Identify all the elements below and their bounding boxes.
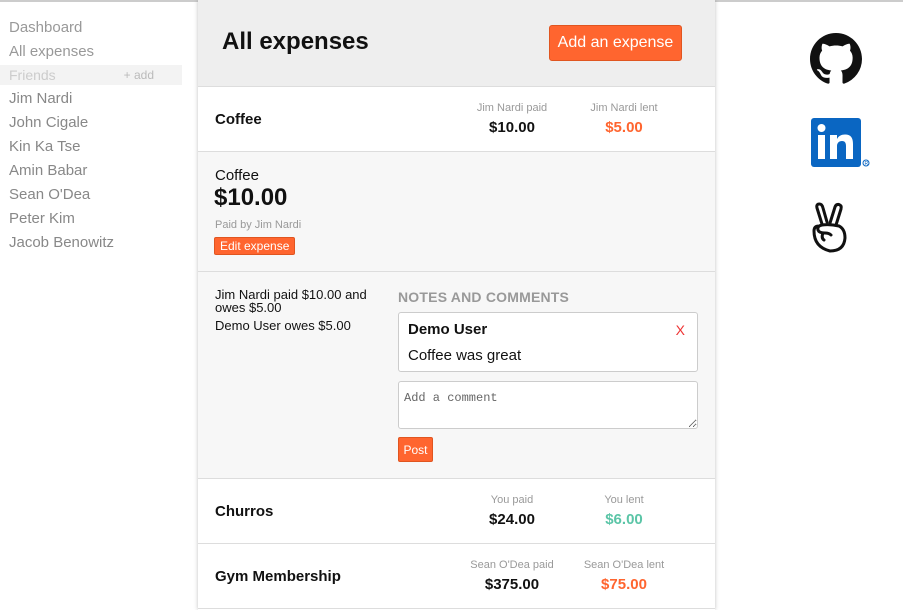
comment: Demo User X Coffee was great: [398, 312, 698, 372]
paid-column: Sean O'Dea paid $375.00: [457, 544, 567, 593]
paid-label: You paid: [490, 494, 534, 506]
expense-name: Gym Membership: [215, 568, 341, 585]
expense-row[interactable]: Churros You paid $24.00 You lent $6.00: [198, 479, 715, 544]
expenses-panel: All expenses Add an expense Coffee Jim N…: [198, 0, 715, 610]
github-icon[interactable]: [810, 33, 862, 85]
sidebar: Dashboard All expenses Friends + add Jim…: [0, 12, 182, 255]
lent-column: Sean O'Dea lent $75.00: [569, 544, 679, 593]
friend-item[interactable]: Sean O'Dea: [0, 183, 182, 207]
friend-item[interactable]: Amin Babar: [0, 159, 182, 183]
lent-label: Sean O'Dea lent: [583, 559, 665, 571]
angellist-icon[interactable]: [810, 202, 850, 254]
detail-amount: $10.00: [214, 184, 288, 211]
angellist-icon-graphic: [812, 202, 847, 253]
panel-header: All expenses Add an expense: [198, 0, 715, 87]
paid-amount: $24.00: [489, 511, 535, 528]
add-expense-button[interactable]: Add an expense: [549, 25, 682, 61]
friend-item[interactable]: Jacob Benowitz: [0, 231, 182, 255]
paid-column: You paid $24.00: [457, 479, 567, 528]
split-summary-line: Jim Nardi paid $10.00 and owes $5.00: [215, 287, 367, 315]
friends-title: Friends: [9, 67, 56, 83]
github-icon-graphic: [810, 33, 862, 84]
comment-text: Coffee was great: [408, 347, 522, 364]
expense-detail-body: Jim Nardi paid $10.00 and owes $5.00 Dem…: [198, 272, 715, 479]
expense-detail-header: Coffee $10.00 Paid by Jim Nardi Edit exp…: [198, 152, 715, 272]
lent-label: Jim Nardi lent: [590, 102, 658, 114]
friend-item[interactable]: Jim Nardi: [0, 87, 182, 111]
linkedin-icon-graphic: R: [811, 118, 870, 167]
friends-list: Jim Nardi John Cigale Kin Ka Tse Amin Ba…: [0, 87, 182, 255]
edit-expense-button[interactable]: Edit expense: [214, 237, 296, 255]
lent-amount: $6.00: [605, 511, 643, 528]
lent-column: You lent $6.00: [569, 479, 679, 528]
sidebar-dashboard-link[interactable]: Dashboard: [0, 16, 182, 40]
svg-text:R: R: [865, 161, 869, 167]
detail-expense-name: Coffee: [215, 167, 259, 184]
paid-amount: $10.00: [489, 119, 535, 136]
friend-item[interactable]: John Cigale: [0, 111, 182, 135]
lent-amount: $75.00: [601, 576, 647, 593]
friend-item[interactable]: Kin Ka Tse: [0, 135, 182, 159]
friend-item[interactable]: Peter Kim: [0, 207, 182, 231]
page-title: All expenses: [222, 28, 369, 55]
sidebar-all-expenses-link[interactable]: All expenses: [0, 40, 182, 64]
post-comment-button[interactable]: Post: [398, 437, 433, 462]
expense-row[interactable]: Coffee Jim Nardi paid $10.00 Jim Nardi l…: [198, 87, 715, 152]
comment-input[interactable]: [398, 381, 698, 429]
lent-column: Jim Nardi lent $5.00: [569, 87, 679, 136]
split-summary-line: Demo User owes $5.00: [215, 318, 351, 333]
delete-comment-button[interactable]: X: [676, 322, 685, 338]
expense-row[interactable]: Gym Membership Sean O'Dea paid $375.00 S…: [198, 544, 715, 609]
friends-header: Friends + add: [0, 65, 182, 85]
lent-amount: $5.00: [605, 119, 643, 136]
comment-author: Demo User: [408, 321, 488, 338]
paid-column: Jim Nardi paid $10.00: [457, 87, 567, 136]
expense-name: Churros: [215, 503, 274, 520]
add-friend-link[interactable]: + add: [124, 68, 154, 82]
notes-title: NOTES AND COMMENTS: [398, 289, 570, 305]
paid-label: Jim Nardi paid: [476, 102, 548, 114]
expense-name: Coffee: [215, 111, 262, 128]
split-summary: Jim Nardi paid $10.00 and owes $5.00 Dem…: [215, 288, 385, 337]
lent-label: You lent: [604, 494, 644, 506]
paid-amount: $375.00: [484, 576, 540, 593]
linkedin-icon[interactable]: R: [810, 117, 872, 169]
paid-label: Sean O'Dea paid: [470, 559, 554, 571]
detail-paid-by: Paid by Jim Nardi: [215, 219, 302, 231]
